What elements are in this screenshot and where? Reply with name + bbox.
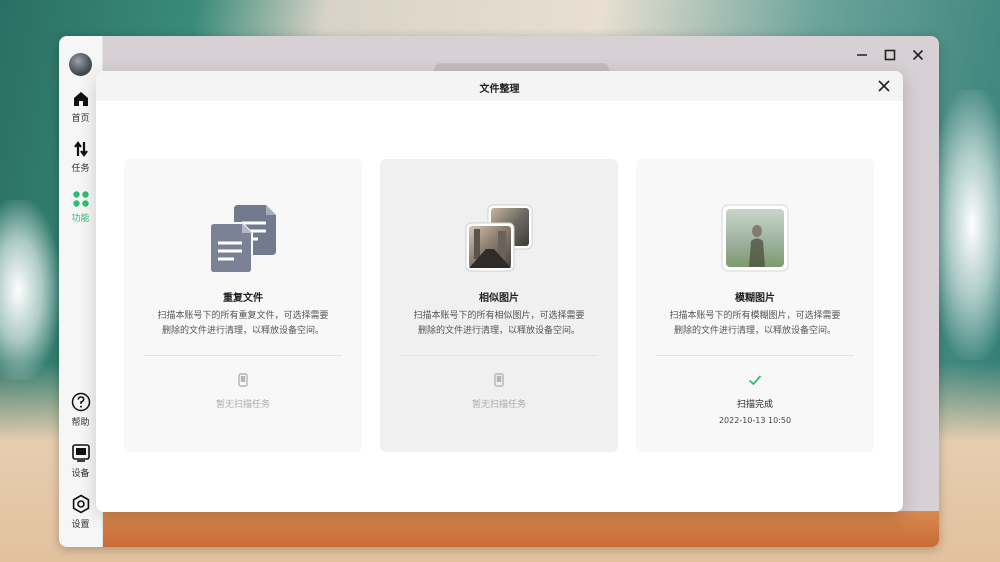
wallpaper-foam-right [930, 90, 1000, 360]
scan-timestamp: 2022-10-13 10:50 [718, 416, 792, 425]
wallpaper-foam-left [0, 200, 60, 380]
file-organize-dialog: 文件整理 重复文件 扫描本账号下的所有重复文件，可选择需要 删除的文件进行清理，… [96, 71, 903, 512]
scan-status: 扫描完成 [736, 400, 773, 410]
phone-icon [494, 373, 504, 387]
card-title: 模糊图片 [735, 293, 775, 304]
card-description-line: 删除的文件进行清理，以释放设备空间。 [417, 326, 580, 336]
similar-images-card[interactable]: 相似图片 扫描本账号下的所有相似图片，可选择需要 删除的文件进行清理，以释放设备… [380, 159, 618, 452]
scan-status: 暂无扫描任务 [215, 400, 270, 410]
blurry-images-card[interactable]: 模糊图片 扫描本账号下的所有模糊图片，可选择需要 删除的文件进行清理，以释放设备… [636, 159, 874, 452]
phone-icon [238, 373, 248, 387]
transfer-icon [73, 141, 88, 157]
duplicate-files-icon [209, 205, 276, 273]
close-icon [912, 49, 924, 61]
apps-icon [72, 191, 89, 207]
minimize-icon [857, 54, 867, 56]
help-icon [71, 392, 90, 412]
card-description-line: 删除的文件进行清理，以释放设备空间。 [161, 326, 324, 336]
sidebar-item-label: 设置 [71, 520, 90, 530]
blurry-image-icon [721, 204, 789, 272]
device-icon [71, 444, 90, 462]
card-description-line: 扫描本账号下的所有相似图片，可选择需要 [413, 311, 585, 321]
checkmark-icon [748, 375, 762, 386]
similar-images-icon [465, 204, 533, 272]
app-background-dunes [102, 511, 939, 547]
card-description: 扫描本账号下的所有重复文件，可选择需要 删除的文件进行清理，以释放设备空间。 [142, 309, 344, 339]
card-description-line: 扫描本账号下的所有重复文件，可选择需要 [157, 311, 329, 321]
dialog-close-button[interactable] [877, 79, 891, 93]
maximize-button[interactable] [883, 48, 897, 62]
card-description: 扫描本账号下的所有相似图片，可选择需要 删除的文件进行清理，以释放设备空间。 [398, 309, 600, 339]
window-close-button[interactable] [911, 48, 925, 62]
card-description-line: 扫描本账号下的所有模糊图片，可选择需要 [669, 311, 841, 321]
dialog-title: 文件整理 [479, 84, 520, 95]
scan-status: 暂无扫描任务 [471, 400, 526, 410]
duplicate-files-card[interactable]: 重复文件 扫描本账号下的所有重复文件，可选择需要 删除的文件进行清理，以释放设备… [124, 159, 362, 452]
card-divider [656, 355, 854, 356]
card-description-line: 删除的文件进行清理，以释放设备空间。 [673, 326, 836, 336]
card-description: 扫描本账号下的所有模糊图片，可选择需要 删除的文件进行清理，以释放设备空间。 [654, 309, 856, 339]
card-divider [400, 355, 598, 356]
minimize-button[interactable] [855, 48, 869, 62]
settings-icon [72, 494, 89, 514]
maximize-icon [884, 49, 896, 61]
card-title: 相似图片 [479, 293, 519, 304]
window-controls [855, 48, 925, 62]
avatar[interactable] [69, 53, 92, 76]
card-divider [144, 355, 342, 356]
card-title: 重复文件 [223, 293, 263, 304]
dialog-header: 文件整理 [96, 71, 903, 101]
home-icon [73, 92, 88, 106]
